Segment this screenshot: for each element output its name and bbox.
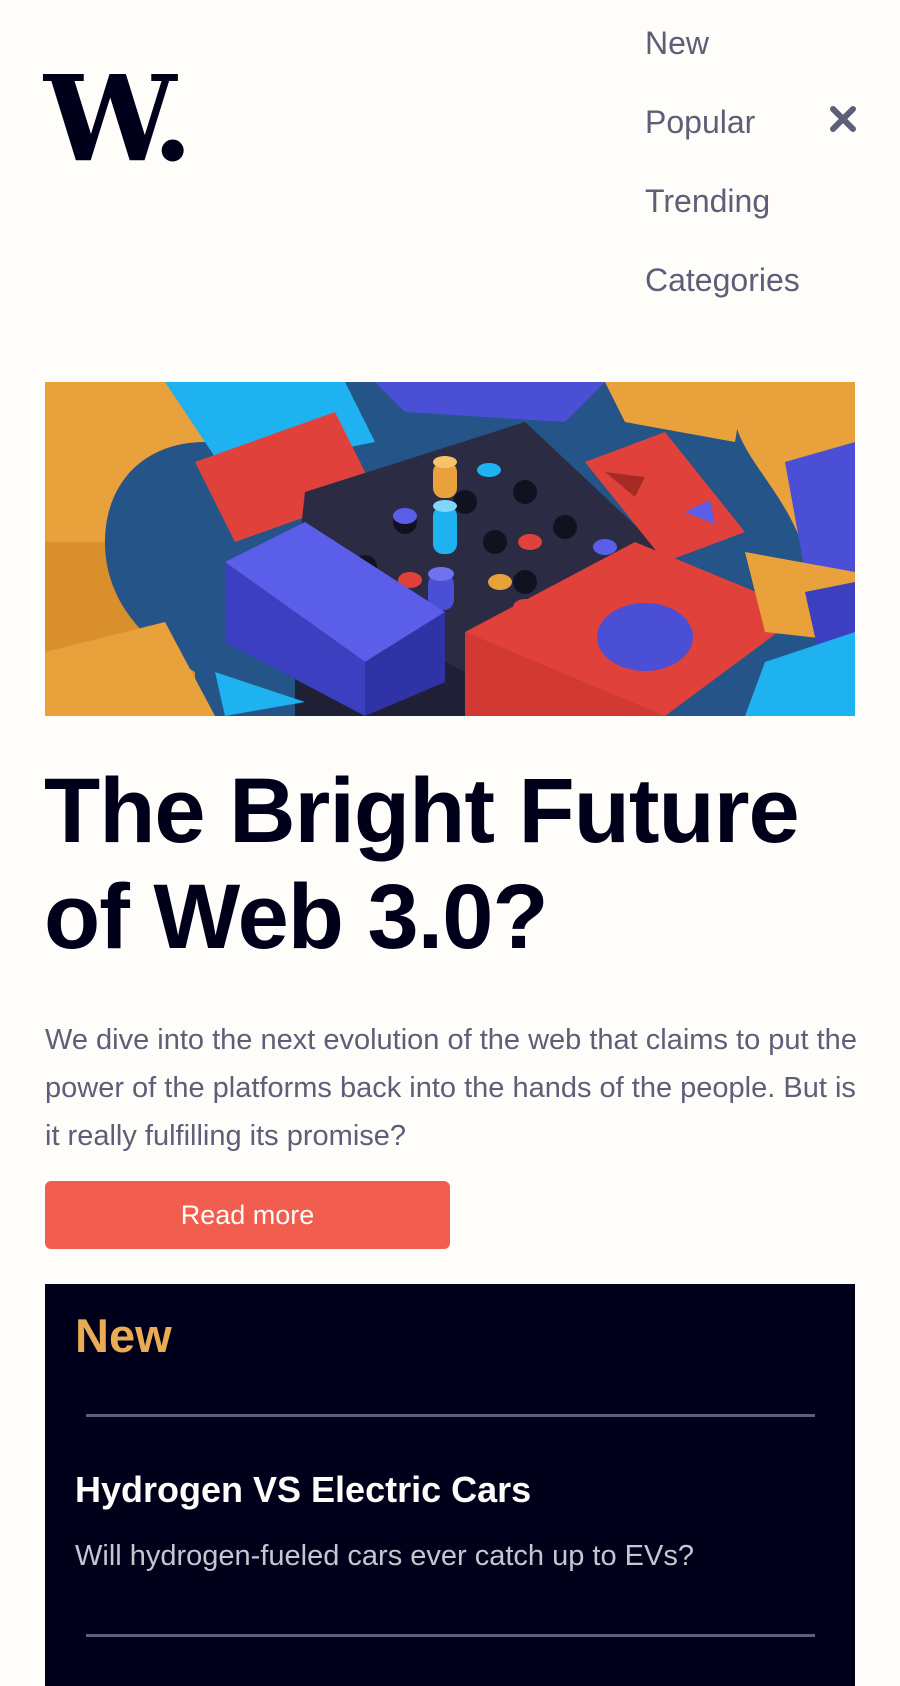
read-more-button[interactable]: Read more [45, 1181, 450, 1249]
nav-item-categories[interactable]: Categories [645, 259, 800, 338]
nav-item-trending[interactable]: Trending [645, 180, 800, 259]
new-article-description: Will hydrogen-fueled cars ever catch up … [75, 1540, 694, 1572]
new-section-heading: New [75, 1309, 172, 1362]
hero-title: The Bright Future of Web 3.0? [44, 758, 864, 970]
nav-item-new[interactable]: New [645, 22, 800, 101]
divider [86, 1414, 815, 1417]
nav-item-popular[interactable]: Popular [645, 101, 800, 180]
hero-title-line-2: of Web 3.0? [44, 866, 549, 968]
page: W. New Popular Trending Categories The B… [0, 0, 900, 1686]
close-icon[interactable] [828, 104, 858, 134]
site-logo[interactable]: W. [44, 60, 193, 178]
hero-excerpt: We dive into the next evolution of the w… [45, 1024, 857, 1152]
hero-title-line-1: The Bright Future [44, 760, 800, 862]
new-articles-panel: New Hydrogen VS Electric Cars Will hydro… [45, 1284, 855, 1686]
divider [86, 1634, 815, 1637]
new-article-title[interactable]: Hydrogen VS Electric Cars [75, 1469, 531, 1511]
hero-image [45, 382, 855, 716]
mobile-nav-menu: New Popular Trending Categories [645, 22, 800, 338]
